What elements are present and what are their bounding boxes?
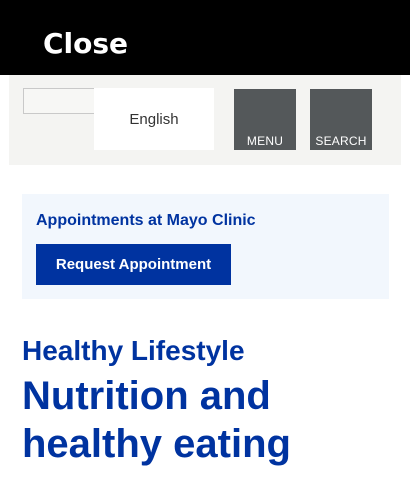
language-select[interactable]: English	[94, 88, 214, 150]
menu-button[interactable]: MENU	[234, 89, 296, 150]
request-appointment-label: Request Appointment	[55, 256, 212, 273]
language-label: English	[129, 110, 179, 128]
search-button[interactable]: SEARCH	[310, 89, 372, 150]
section-kicker: Healthy Lifestyle	[22, 335, 245, 366]
overlay-top-bar: Close	[0, 0, 410, 75]
page-title: Nutrition and healthy eating	[22, 374, 291, 466]
close-button[interactable]: Close	[43, 27, 128, 61]
appointments-title: Appointments at Mayo Clinic	[36, 212, 256, 229]
search-input[interactable]	[23, 88, 95, 114]
request-appointment-button[interactable]: Request Appointment	[36, 244, 231, 285]
menu-label: MENU	[246, 134, 284, 148]
search-label: SEARCH	[315, 134, 367, 148]
